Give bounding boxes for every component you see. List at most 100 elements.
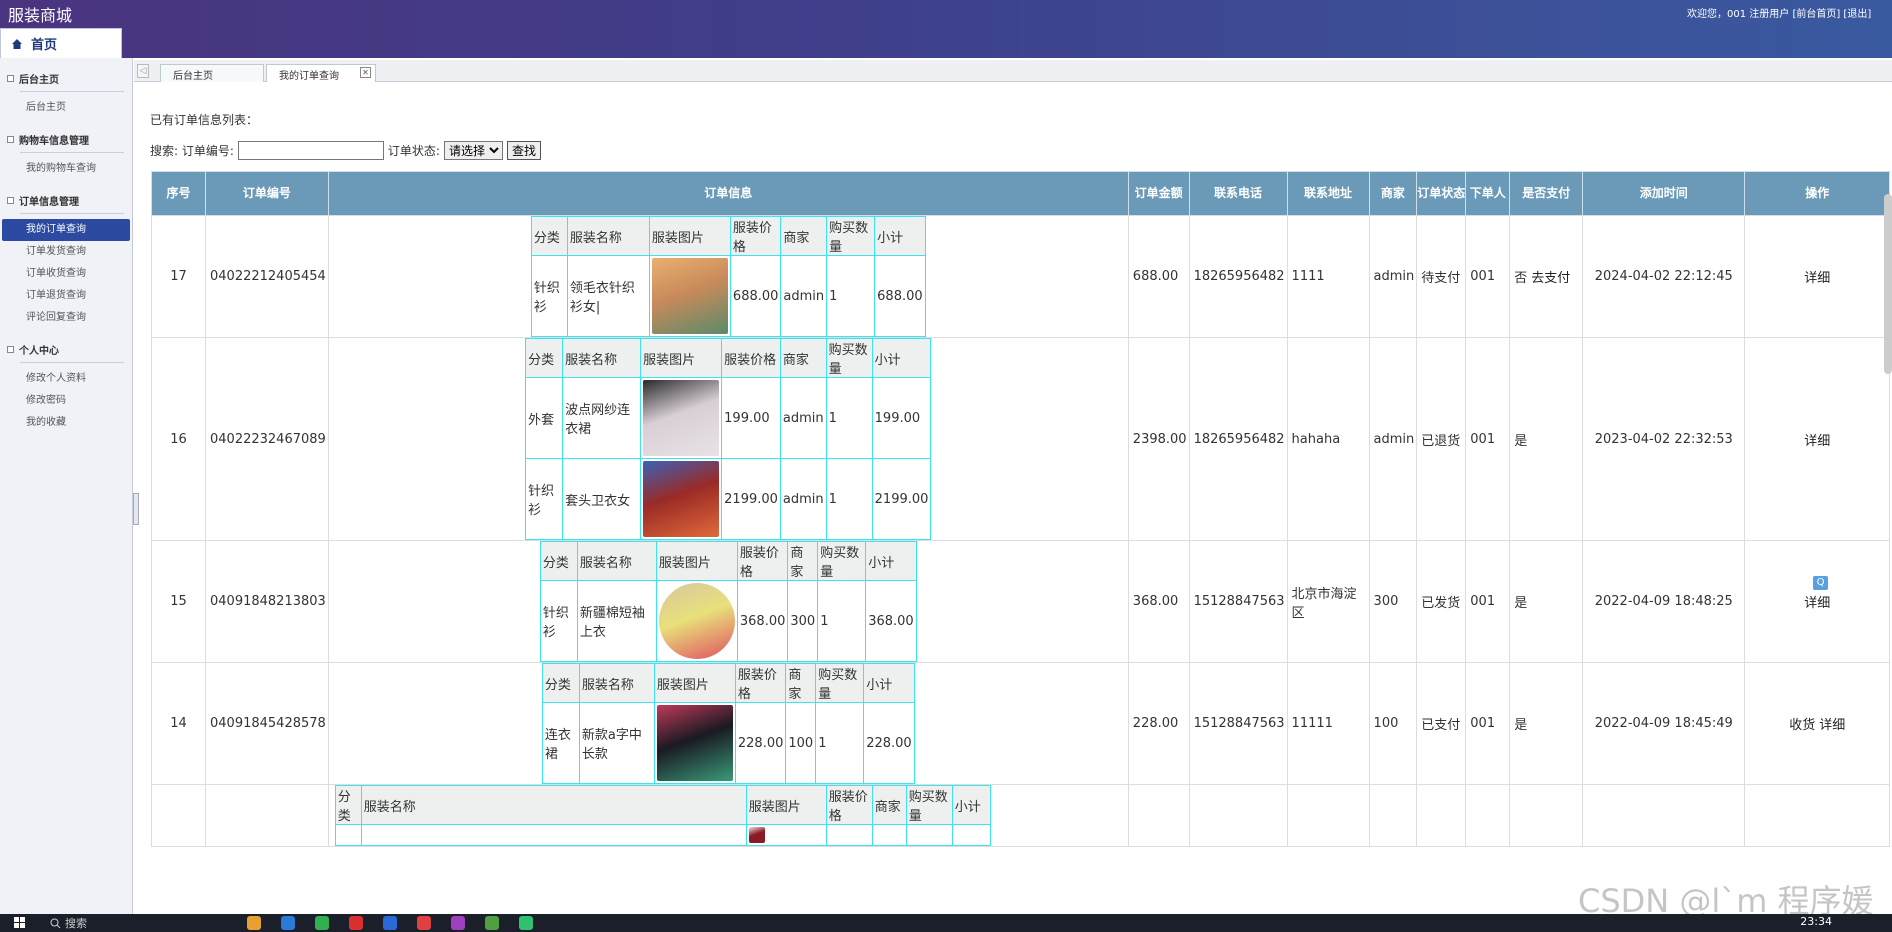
cell-no: [151, 784, 206, 847]
order-items-table: 分类 服装名称 服装图片 服装价格 商家 购买数量 小计 外套 波点网纱连衣裙 199.00 adm…: [525, 338, 932, 540]
inner-header-row: 分类 服装名称 服装图片 服装价格 商家 购买数量 小计: [334, 785, 991, 825]
item-subtotal: 368.00: [865, 580, 917, 662]
inner-column-header: 小计: [874, 216, 926, 256]
column-header: 联系电话: [1188, 171, 1288, 216]
floating-tool-icon[interactable]: Q: [1813, 576, 1828, 590]
item-qty: 1: [815, 702, 865, 784]
sidebar-item[interactable]: 评论回复查询: [2, 307, 130, 329]
sidebar-collapse-handle[interactable]: [133, 493, 139, 525]
cell-order-items: 分类 服装名称 服装图片 服装价格 商家 购买数量 小计 连衣裙 新款a字中长款 228.00 10…: [327, 662, 1129, 785]
action-link[interactable]: 详细: [1804, 434, 1830, 449]
home-icon: [12, 38, 22, 49]
cell-status: 已支付: [1416, 662, 1467, 785]
cell-address: 北京市海淀区: [1286, 540, 1370, 663]
sidebar-item[interactable]: 修改个人资料: [2, 368, 130, 390]
tab-admin-home[interactable]: 后台主页: [160, 64, 264, 82]
column-header: 是否支付: [1509, 171, 1584, 216]
cell-time: 2022-04-09 18:45:49: [1582, 662, 1746, 785]
item-category: 连衣裙: [541, 702, 580, 784]
action-link[interactable]: 详细: [1804, 596, 1830, 611]
cell-buyer: [1465, 784, 1511, 847]
cell-order_no: 04022212405454: [205, 215, 329, 338]
tab-scroll-left-icon[interactable]: ◁: [137, 64, 149, 78]
sidebar-item[interactable]: 我的收藏: [2, 412, 130, 434]
expand-box-icon: [7, 197, 14, 204]
item-merchant: [871, 824, 907, 846]
paid-text: 否: [1514, 271, 1528, 286]
home-tab[interactable]: 首页: [0, 28, 122, 58]
cell-order_no: [205, 784, 329, 847]
app-icon[interactable]: [315, 916, 329, 930]
item-category: 外套: [525, 377, 564, 459]
cell-merchant: [1368, 784, 1418, 847]
item-category: 针织衫: [525, 458, 564, 540]
sidebar-item[interactable]: 后台主页: [2, 97, 130, 119]
item-price: 688.00: [729, 255, 782, 337]
item-subtotal: 199.00: [871, 377, 932, 459]
order-no-input[interactable]: [237, 141, 384, 160]
tab-label: 我的订单查询: [279, 71, 339, 82]
item-price: 199.00: [721, 377, 781, 459]
search-icon: [50, 918, 61, 928]
chrome-icon[interactable]: [417, 916, 431, 930]
cell-status: 已发货: [1416, 540, 1467, 663]
cell-paid: [1509, 784, 1584, 847]
cell-order-items: 分类 服装名称 服装图片 服装价格 商家 购买数量 小计 针织衫 领毛衣针织衫女| 688.00 a…: [327, 215, 1129, 338]
item-image-cell: [655, 580, 738, 662]
sidebar-item[interactable]: 订单收货查询: [2, 263, 130, 285]
action-link[interactable]: 详细: [1804, 271, 1830, 286]
sidebar-item[interactable]: 我的订单查询: [2, 219, 130, 241]
inner-column-header: 小计: [863, 663, 915, 703]
inner-column-header: 服装价格: [729, 216, 782, 256]
scrollbar[interactable]: [1884, 194, 1892, 374]
wechat-icon[interactable]: [519, 916, 533, 930]
item-subtotal: 2199.00: [871, 458, 932, 540]
welcome-text: 欢迎您，001 注册用户 [前台首页] [退出]: [1687, 9, 1872, 20]
product-image[interactable]: [651, 258, 728, 334]
sidebar-group[interactable]: 后台主页: [0, 58, 132, 86]
product-image[interactable]: [656, 705, 733, 781]
close-icon[interactable]: ✕: [360, 67, 371, 78]
item-qty: 1: [817, 580, 867, 662]
cell-no: 15: [151, 540, 206, 663]
cell-no: 16: [151, 337, 206, 541]
file-explorer-icon[interactable]: [247, 916, 261, 930]
table-row: 17 04022212405454 分类 服装名称 服装图片 服装价格 商家 购买数量 小计 针织…: [151, 215, 1891, 338]
search-button[interactable]: 查找: [506, 141, 541, 160]
tab-my-orders[interactable]: 我的订单查询 ✕: [266, 64, 376, 82]
inner-column-header: 商家: [780, 216, 828, 256]
inner-column-header: 分类: [334, 785, 362, 825]
sidebar-item[interactable]: 我的购物车查询: [2, 158, 130, 180]
item-price: 2199.00: [721, 458, 781, 540]
item-image-cell: [648, 255, 731, 337]
item-name: 套头卫衣女: [562, 458, 642, 540]
cell-status: 待支付: [1416, 215, 1467, 338]
sidebar-group[interactable]: 个人中心: [0, 329, 132, 357]
action-link[interactable]: 收货: [1789, 718, 1815, 733]
expand-box-icon: [7, 136, 14, 143]
app-icon[interactable]: [349, 916, 363, 930]
app-icon[interactable]: [485, 916, 499, 930]
windows-start-icon[interactable]: [0, 914, 40, 932]
product-image[interactable]: [658, 583, 735, 659]
column-header: 订单金额: [1127, 171, 1190, 216]
column-header: 商家: [1368, 171, 1418, 216]
sidebar-item[interactable]: 订单发货查询: [2, 241, 130, 263]
edge-icon[interactable]: [281, 916, 295, 930]
app-icon[interactable]: [451, 916, 465, 930]
product-image[interactable]: [643, 380, 720, 456]
taskbar-search[interactable]: 搜索: [50, 915, 87, 931]
sidebar-group[interactable]: 购物车信息管理: [0, 119, 132, 147]
column-header: 联系地址: [1286, 171, 1370, 216]
sidebar-group[interactable]: 订单信息管理: [0, 180, 132, 208]
sidebar-item[interactable]: 修改密码: [2, 390, 130, 412]
cell-paid: 是: [1509, 540, 1584, 663]
sidebar-item[interactable]: 订单退货查询: [2, 285, 130, 307]
order-status-select[interactable]: 请选择: [443, 141, 503, 160]
action-link[interactable]: 详细: [1819, 718, 1845, 733]
cell-phone: 15128847563: [1188, 662, 1288, 785]
product-image[interactable]: [748, 827, 765, 843]
product-image[interactable]: [643, 461, 720, 537]
pay-link[interactable]: 去支付: [1531, 271, 1570, 286]
app-icon[interactable]: [383, 916, 397, 930]
